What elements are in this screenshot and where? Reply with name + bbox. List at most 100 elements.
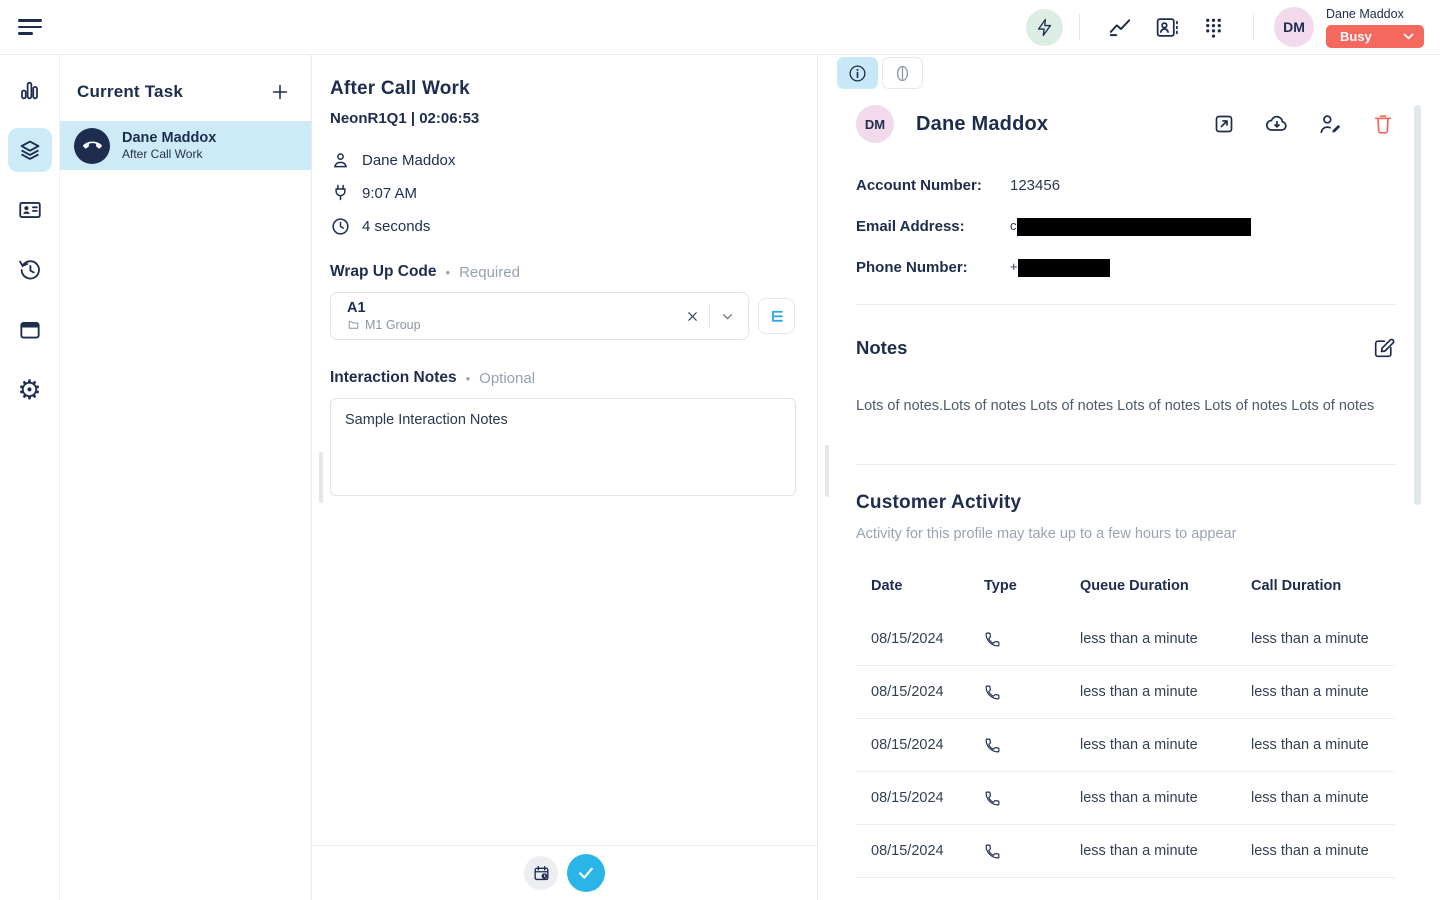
cell-date: 08/15/2024 [871, 737, 984, 753]
queue-and-timer: NeonR1Q1 | 02:06:53 [330, 110, 795, 127]
cell-date: 08/15/2024 [871, 684, 984, 700]
open-in-new-icon[interactable] [1211, 111, 1237, 137]
sidebar-item-dashboard[interactable] [8, 68, 52, 112]
cloud-download-icon[interactable] [1264, 111, 1290, 137]
selected-code: A1 [347, 300, 658, 317]
user-avatar[interactable]: DM [1274, 7, 1314, 47]
bar-chart-icon [17, 78, 42, 103]
dialpad-icon[interactable] [1200, 14, 1227, 41]
calendar-clock-icon [532, 864, 551, 883]
clear-selection-icon[interactable] [685, 309, 700, 324]
top-bar: DM Dane Maddox Busy [0, 0, 1440, 55]
meta-contact-text: Dane Maddox [362, 152, 455, 169]
sidebar-item-tasks[interactable] [8, 128, 52, 172]
sidebar-item-settings[interactable]: ⚙ [8, 368, 52, 412]
bolt-icon [1035, 18, 1054, 37]
sidebar-item-history[interactable] [8, 248, 52, 292]
customer-profile-panel: DM Dane Maddox [818, 55, 1440, 900]
phone-call-icon [984, 630, 1002, 648]
history-icon [17, 257, 43, 283]
optional-hint: Optional [479, 370, 535, 387]
status-dropdown[interactable]: Busy [1326, 25, 1424, 48]
bullet: • [466, 371, 471, 386]
phone-call-icon [984, 842, 1002, 860]
phone-handset-icon [83, 136, 102, 155]
activity-table-body: 08/15/2024 less than a minute less than … [856, 613, 1440, 878]
profile-header: DM Dane Maddox [856, 105, 1440, 143]
page-scrollbar[interactable] [1414, 105, 1421, 505]
cell-queue-duration: less than a minute [1080, 843, 1251, 859]
window-icon [17, 317, 43, 343]
line-chart-icon[interactable] [1106, 14, 1133, 41]
tree-list-icon [767, 307, 786, 326]
cell-date: 08/15/2024 [871, 790, 984, 806]
redaction-bar [1018, 259, 1110, 277]
cell-queue-duration: less than a minute [1080, 631, 1251, 647]
plug-icon [330, 183, 351, 204]
cell-queue-duration: less than a minute [1080, 790, 1251, 806]
customer-activity-title: Customer Activity [856, 492, 1440, 514]
page-title: After Call Work [330, 78, 795, 100]
tab-insights[interactable] [882, 57, 923, 89]
chevron-down-icon[interactable] [719, 308, 736, 325]
activity-table-header: Date Type Queue Duration Call Duration [856, 573, 1395, 599]
add-task-button[interactable] [267, 79, 293, 105]
schedule-callback-button[interactable] [524, 856, 558, 890]
field-value: 123456 [1010, 177, 1060, 194]
cell-call-duration: less than a minute [1251, 631, 1395, 647]
meta-duration: 4 seconds [330, 216, 795, 237]
status-label: Busy [1340, 29, 1372, 44]
column-header: Date [871, 578, 984, 594]
redacted-prefix: + [1010, 259, 1018, 274]
field-label: Account Number: [856, 177, 1010, 194]
scrollbar-thumb[interactable] [319, 452, 323, 503]
complete-task-button[interactable] [567, 854, 605, 892]
wrap-up-code-select[interactable]: A1 M1 Group [330, 292, 749, 340]
cell-call-duration: less than a minute [1251, 684, 1395, 700]
task-list-item[interactable]: Dane Maddox After Call Work [60, 121, 311, 170]
divider [856, 464, 1395, 465]
selected-code-group: M1 Group [365, 318, 421, 332]
task-actions-footer [312, 845, 817, 900]
cell-queue-duration: less than a minute [1080, 684, 1251, 700]
activity-table: Date Type Queue Duration Call Duration 0… [856, 573, 1440, 878]
interaction-notes-input[interactable]: Sample Interaction Notes [330, 398, 796, 496]
brain-icon [892, 63, 913, 84]
sidebar-item-contacts[interactable] [8, 188, 52, 232]
trash-icon[interactable] [1370, 111, 1396, 137]
profile-fields: Account Number: 123456 Email Address: c … [856, 165, 1440, 288]
column-header: Queue Duration [1080, 578, 1251, 594]
tab-profile-info[interactable] [837, 57, 878, 89]
column-header: Call Duration [1251, 578, 1395, 594]
divider [1079, 14, 1080, 40]
contacts-icon[interactable] [1153, 14, 1180, 41]
scrollbar-thumb[interactable] [825, 445, 829, 497]
profile-tabs [837, 57, 1440, 89]
wrap-up-code-label: Wrap Up Code [330, 263, 437, 281]
menu-icon[interactable] [18, 16, 44, 38]
user-icon [330, 150, 351, 171]
topbar-right-cluster: DM Dane Maddox Busy [1026, 7, 1440, 48]
column-header: Type [984, 578, 1080, 594]
table-row: 08/15/2024 less than a minute less than … [856, 825, 1395, 878]
user-edit-icon[interactable] [1317, 111, 1343, 137]
table-row: 08/15/2024 less than a minute less than … [856, 772, 1395, 825]
task-name: Dane Maddox [122, 130, 216, 147]
interaction-notes-label: Interaction Notes [330, 369, 457, 387]
folder-icon [347, 319, 360, 331]
contact-card-icon [17, 197, 43, 223]
profile-avatar: DM [856, 105, 894, 143]
sidebar-item-window[interactable] [8, 308, 52, 352]
cell-date: 08/15/2024 [871, 631, 984, 647]
browse-codes-tree-button[interactable] [758, 298, 795, 334]
field-phone-number: Phone Number: + [856, 247, 1440, 288]
gear-icon: ⚙ [17, 377, 41, 404]
edit-notes-icon[interactable] [1370, 335, 1396, 361]
table-row: 08/15/2024 less than a minute less than … [856, 666, 1395, 719]
meta-contact: Dane Maddox [330, 150, 795, 171]
layers-icon [17, 137, 43, 163]
quick-actions-button[interactable] [1026, 9, 1063, 46]
phone-call-icon [984, 683, 1002, 701]
task-avatar [74, 128, 110, 164]
field-email-address: Email Address: c [856, 206, 1440, 247]
